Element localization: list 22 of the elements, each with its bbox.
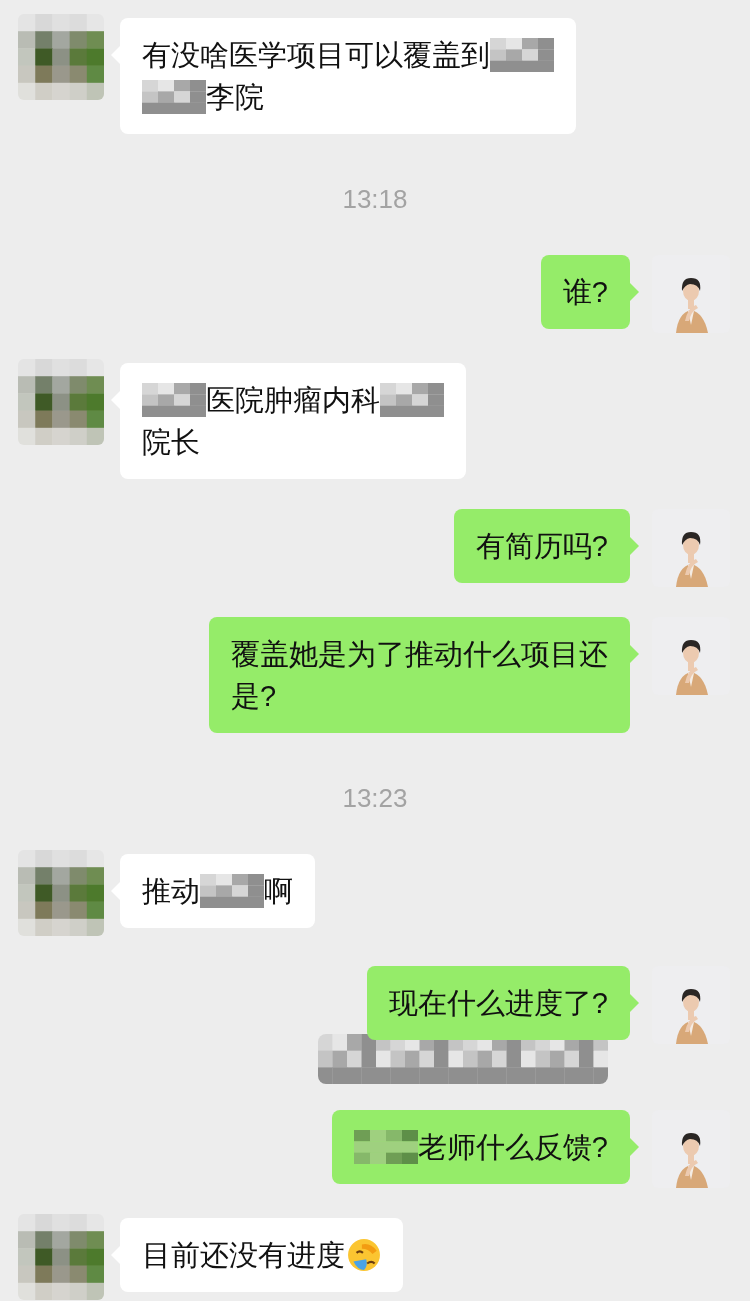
mosaic-blur (490, 38, 554, 72)
mosaic-blur (142, 383, 206, 417)
message-text: 目前还没有进度 (142, 1238, 345, 1273)
message-text: 覆盖她是为了推动什么项目还 (231, 637, 608, 672)
message-text: 现在什么进度了? (388, 986, 608, 1021)
message-text: 医院肿瘤内科 (206, 383, 380, 418)
message-text: 谁? (562, 275, 608, 310)
message-text: 推动 (142, 874, 200, 909)
crying-emoji-icon (347, 1238, 381, 1272)
mosaic-blur (200, 874, 264, 908)
mosaic-blur (142, 80, 206, 114)
mosaic-blur (380, 383, 444, 417)
message-text: 老师什么反馈? (417, 1130, 608, 1165)
message-text: 是? (231, 679, 277, 714)
message-text: 啊 (264, 874, 293, 909)
message-text: 有没啥医学项目可以覆盖到 (142, 38, 490, 73)
message-text: 有简历吗? (475, 529, 608, 564)
message-text: 院长 (142, 425, 200, 460)
mosaic-blur (353, 1130, 418, 1164)
timestamp: 13:18 (341, 184, 409, 215)
timestamp: 13:23 (341, 783, 409, 814)
message-text: 李院 (206, 80, 264, 115)
